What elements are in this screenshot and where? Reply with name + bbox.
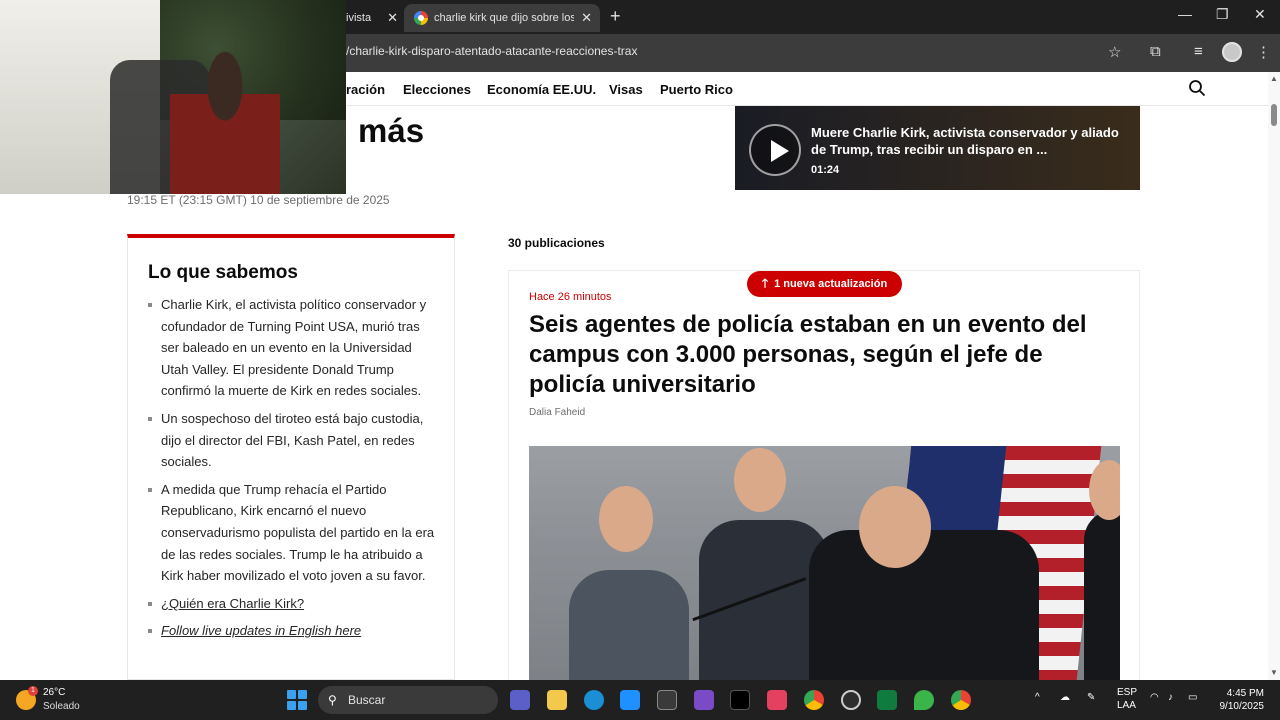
post-headline[interactable]: Seis agentes de policía estaban en un ev…	[529, 310, 1119, 400]
profile-avatar[interactable]	[1222, 42, 1242, 62]
chevron-up-icon[interactable]: ^	[1035, 692, 1040, 703]
person-figure	[569, 570, 689, 680]
system-clock[interactable]: 4:45 PM 9/10/2025	[1218, 687, 1265, 713]
scroll-up-icon[interactable]: ▲	[1270, 74, 1278, 83]
scroll-down-icon[interactable]: ▼	[1270, 668, 1278, 677]
new-update-label: 1 nueva actualización	[774, 278, 888, 290]
post-time-ago: Hace 26 minutos	[529, 291, 612, 303]
post-author[interactable]: Dalia Faheid	[529, 407, 585, 418]
volume-icon[interactable]: ♪	[1168, 692, 1173, 703]
chrome-icon[interactable]	[804, 690, 824, 710]
close-icon[interactable]: ✕	[387, 10, 398, 26]
video-duration: 01:24	[811, 164, 840, 176]
notification-badge: 1	[28, 686, 38, 696]
nav-item-puerto-rico[interactable]: Puerto Rico	[660, 82, 733, 97]
clock-time: 4:45 PM	[1226, 688, 1264, 699]
who-was-charlie-kirk-link[interactable]: ¿Quién era Charlie Kirk?	[161, 596, 304, 611]
play-icon[interactable]	[749, 124, 801, 176]
install-app-icon[interactable]: ⧉	[1150, 43, 1161, 60]
nav-item-inmigracion[interactable]: ración	[346, 82, 385, 97]
search-icon[interactable]	[1188, 79, 1206, 97]
edge-icon[interactable]	[584, 690, 604, 710]
list-item: Un sospechoso del tiroteo está bajo cust…	[148, 408, 440, 473]
battery-icon[interactable]: ▭	[1188, 692, 1197, 703]
tab-title: charlie kirk que dijo sobre los n	[434, 12, 574, 24]
tiktok-studio-icon[interactable]	[767, 690, 787, 710]
more-menu-icon[interactable]: ⋮	[1256, 43, 1271, 61]
bookmark-star-icon[interactable]: ☆	[1108, 43, 1121, 61]
list-item: Follow live updates in English here	[148, 620, 440, 642]
screen: ivista ✕ charlie kirk que dijo sobre los…	[0, 0, 1280, 720]
person-figure	[1084, 510, 1120, 680]
person-head	[859, 486, 931, 568]
language-layout[interactable]: LAA	[1117, 700, 1136, 711]
minimize-button[interactable]: —	[1178, 6, 1192, 22]
what-we-know-title: Lo que sabemos	[148, 262, 298, 283]
posts-count: 30 publicaciones	[508, 236, 605, 250]
url-field[interactable]: /charlie-kirk-disparo-atentado-atacante-…	[346, 44, 637, 58]
wifi-icon[interactable]: ◠	[1150, 692, 1159, 703]
nav-item-economia[interactable]: Economía EE.UU.	[487, 82, 596, 97]
file-explorer-icon[interactable]	[547, 690, 567, 710]
browser-tab-previous[interactable]: ivista ✕	[346, 4, 402, 32]
taskbar: 1 26°C Soleado ⚲ Buscar ^ ☁ ✎ ESP LAA ◠ …	[0, 680, 1280, 720]
post-photo	[529, 446, 1120, 680]
person-head	[599, 486, 653, 552]
search-icon: ⚲	[328, 693, 337, 707]
taskbar-search-placeholder: Buscar	[348, 693, 386, 707]
english-updates-link[interactable]: Follow live updates in English here	[161, 623, 361, 638]
media-controls-icon[interactable]: ≡	[1194, 43, 1203, 60]
pen-icon[interactable]: ✎	[1087, 692, 1095, 703]
store-icon[interactable]	[657, 690, 677, 710]
chrome-active-icon[interactable]	[951, 690, 971, 710]
person-figure	[809, 530, 1039, 680]
vpn-icon[interactable]	[914, 690, 934, 710]
article-timestamp: 19:15 ET (23:15 GMT) 10 de septiembre de…	[127, 193, 390, 207]
webcam-overlay	[0, 0, 346, 194]
tab-title: ivista	[346, 12, 372, 24]
nav-item-visas[interactable]: Visas	[609, 82, 643, 97]
clock-date: 9/10/2025	[1219, 701, 1265, 712]
maximize-button[interactable]: ❐	[1216, 6, 1229, 23]
windows-start-icon[interactable]	[287, 690, 307, 710]
clipchamp-icon[interactable]	[694, 690, 714, 710]
list-item: Charlie Kirk, el activista político cons…	[148, 294, 440, 402]
page-scrollbar[interactable]: ▲ ▼	[1268, 72, 1280, 680]
browser-tab-active[interactable]: charlie kirk que dijo sobre los n ✕	[404, 4, 600, 32]
new-tab-button[interactable]: +	[610, 6, 621, 27]
what-we-know-box: Lo que sabemos Charlie Kirk, el activist…	[127, 234, 455, 680]
app-icon-green[interactable]	[877, 690, 897, 710]
video-title: Muere Charlie Kirk, activista conservado…	[811, 125, 1119, 157]
new-update-button[interactable]: 🡑 1 nueva actualización	[747, 271, 902, 297]
language-indicator[interactable]: ESP	[1117, 687, 1137, 698]
weather-condition[interactable]: Soleado	[43, 701, 80, 712]
app-icon[interactable]	[620, 690, 640, 710]
close-window-button[interactable]: ✕	[1254, 6, 1266, 23]
scrollbar-thumb[interactable]	[1271, 104, 1277, 126]
app-icon-recording[interactable]	[841, 690, 861, 710]
close-icon[interactable]: ✕	[581, 10, 592, 26]
list-item: A medida que Trump rehacía el Partido Re…	[148, 479, 440, 587]
nav-item-elecciones[interactable]: Elecciones	[403, 82, 471, 97]
person-head	[734, 448, 786, 512]
google-icon	[414, 11, 428, 25]
taskbar-search[interactable]: ⚲ Buscar	[318, 686, 498, 714]
article-headline: más	[358, 112, 425, 149]
list-item: ¿Quién era Charlie Kirk?	[148, 593, 440, 615]
tiktok-icon[interactable]	[730, 690, 750, 710]
teams-icon[interactable]	[510, 690, 530, 710]
weather-temperature[interactable]: 26°C	[43, 687, 65, 698]
what-we-know-list: Charlie Kirk, el activista político cons…	[148, 294, 440, 648]
arrow-up-icon: 🡑	[761, 275, 769, 290]
video-player[interactable]: Muere Charlie Kirk, activista conservado…	[735, 106, 1140, 190]
cloud-icon[interactable]: ☁	[1060, 692, 1070, 703]
